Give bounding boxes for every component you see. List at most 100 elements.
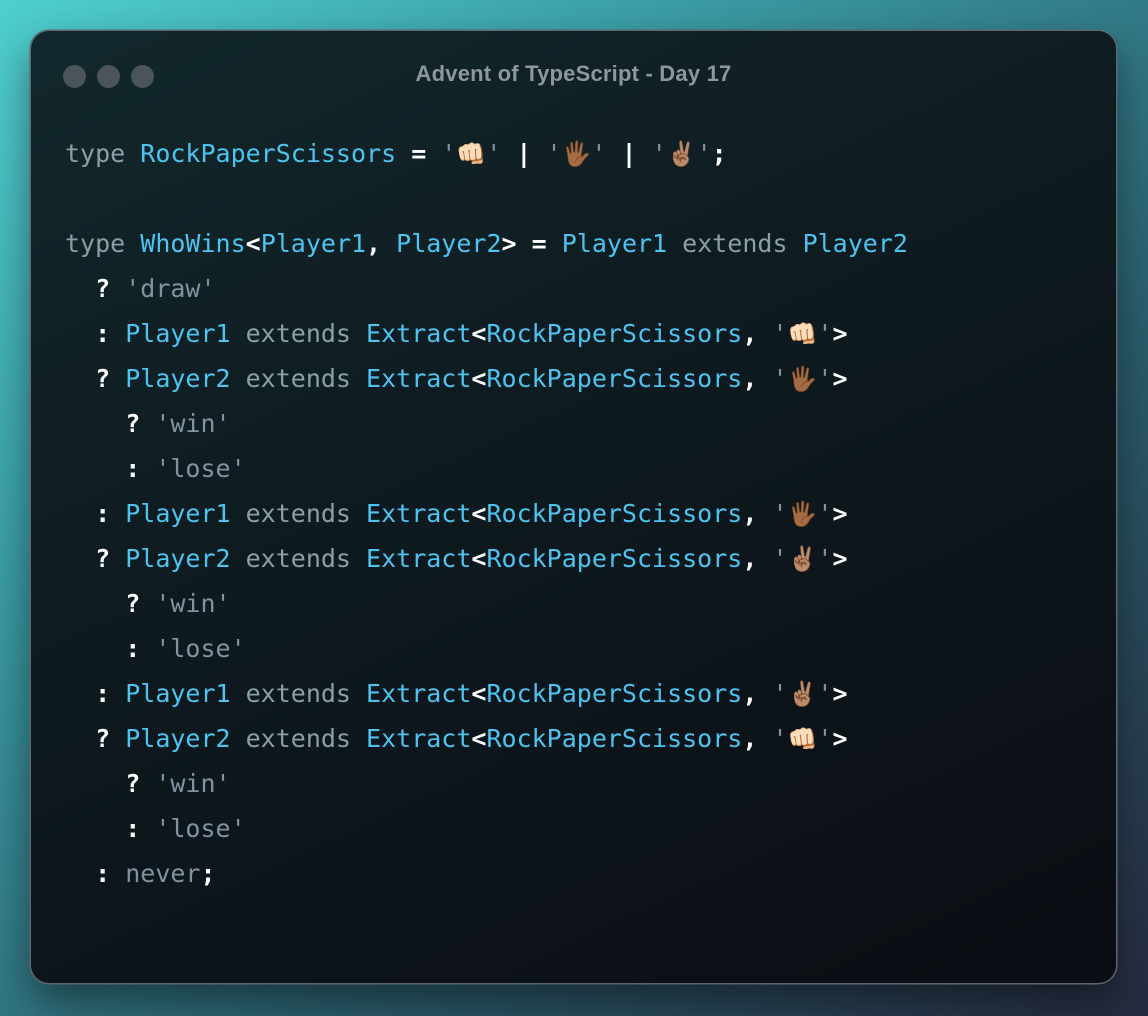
- code-line: type RockPaperScissors = '👊🏻' | '🖐🏾' | '…: [65, 131, 908, 176]
- emoji-token: ✌🏽: [787, 545, 818, 573]
- code-line: : Player1 extends Extract<RockPaperSciss…: [65, 491, 908, 536]
- string-token: ': [817, 679, 833, 708]
- operator-token: |: [501, 139, 547, 168]
- string-token: ': [441, 139, 457, 168]
- type-token: RockPaperScissors: [486, 364, 743, 393]
- code-line: ? Player2 extends Extract<RockPaperSciss…: [65, 356, 908, 401]
- type-token: Extract: [366, 319, 472, 348]
- operator-token: <: [471, 499, 487, 528]
- string-token: 'lose': [155, 634, 246, 663]
- keyword-token: extends: [230, 499, 367, 528]
- string-token: ': [817, 499, 833, 528]
- operator-token: :: [65, 454, 156, 483]
- code-line: : never;: [65, 851, 908, 896]
- type-token: RockPaperScissors: [486, 724, 743, 753]
- type-token: Extract: [366, 724, 472, 753]
- operator-token: :: [65, 319, 126, 348]
- operator-token: |: [606, 139, 652, 168]
- operator-token: ?: [65, 544, 126, 573]
- string-token: 'win': [155, 589, 231, 618]
- code-line: ? Player2 extends Extract<RockPaperSciss…: [65, 716, 908, 761]
- operator-token: :: [65, 499, 126, 528]
- operator-token: >: [832, 724, 848, 753]
- string-token: ': [772, 364, 788, 393]
- string-token: 'win': [155, 409, 231, 438]
- string-token: ': [696, 139, 712, 168]
- operator-token: <: [471, 364, 487, 393]
- string-token: 'draw': [125, 274, 216, 303]
- keyword-token: extends: [230, 319, 367, 348]
- operator-token: ?: [65, 769, 156, 798]
- operator-token: > =: [501, 229, 562, 258]
- string-token: ': [817, 364, 833, 393]
- type-token: Player1: [125, 499, 231, 528]
- operator-token: :: [65, 859, 126, 888]
- operator-token: ?: [65, 589, 156, 618]
- operator-token: ,: [742, 319, 773, 348]
- operator-token: ?: [65, 274, 126, 303]
- emoji-token: 🖐🏾: [787, 500, 818, 528]
- type-token: Player1: [125, 319, 231, 348]
- operator-token: ,: [742, 499, 773, 528]
- operator-token: =: [396, 139, 442, 168]
- type-token: RockPaperScissors: [140, 139, 397, 168]
- string-token: ': [772, 319, 788, 348]
- emoji-token: ✌🏽: [787, 680, 818, 708]
- code-block: type RockPaperScissors = '👊🏻' | '🖐🏾' | '…: [65, 131, 908, 896]
- code-line: : Player1 extends Extract<RockPaperSciss…: [65, 311, 908, 356]
- type-token: Player2: [396, 229, 502, 258]
- type-token: Player2: [125, 544, 231, 573]
- code-line: ? Player2 extends Extract<RockPaperSciss…: [65, 536, 908, 581]
- operator-token: ,: [742, 544, 773, 573]
- code-line: : Player1 extends Extract<RockPaperSciss…: [65, 671, 908, 716]
- string-token: ': [772, 499, 788, 528]
- type-token: RockPaperScissors: [486, 544, 743, 573]
- emoji-token: 👊🏻: [787, 320, 818, 348]
- operator-token: ?: [65, 409, 156, 438]
- type-token: Player2: [125, 724, 231, 753]
- code-line: ? 'win': [65, 761, 908, 806]
- keyword-token: extends: [230, 679, 367, 708]
- type-token: Extract: [366, 364, 472, 393]
- operator-token: >: [832, 364, 848, 393]
- type-token: Player2: [802, 229, 908, 258]
- operator-token: >: [832, 319, 848, 348]
- title-bar: Advent of TypeScript - Day 17: [31, 31, 1116, 121]
- string-token: never: [125, 859, 201, 888]
- operator-token: >: [832, 679, 848, 708]
- operator-token: <: [471, 544, 487, 573]
- emoji-token: 👊🏻: [787, 725, 818, 753]
- string-token: ': [772, 724, 788, 753]
- operator-token: >: [832, 544, 848, 573]
- type-token: Extract: [366, 679, 472, 708]
- code-line: type WhoWins<Player1, Player2> = Player1…: [65, 221, 908, 266]
- type-token: Extract: [366, 499, 472, 528]
- type-token: Player1: [125, 679, 231, 708]
- operator-token: ,: [742, 724, 773, 753]
- code-line: : 'lose': [65, 626, 908, 671]
- operator-token: ,: [366, 229, 397, 258]
- type-token: WhoWins: [140, 229, 246, 258]
- code-line: ? 'draw': [65, 266, 908, 311]
- keyword-token: extends: [230, 544, 367, 573]
- keyword-token: extends: [230, 364, 367, 393]
- operator-token: <: [245, 229, 261, 258]
- code-line: ? 'win': [65, 581, 908, 626]
- operator-token: ;: [711, 139, 727, 168]
- keyword-token: type: [65, 139, 141, 168]
- type-token: RockPaperScissors: [486, 499, 743, 528]
- window-title: Advent of TypeScript - Day 17: [415, 61, 732, 86]
- operator-token: ?: [65, 364, 126, 393]
- string-token: 'lose': [155, 814, 246, 843]
- type-token: Player1: [260, 229, 367, 258]
- operator-token: ;: [200, 859, 216, 888]
- string-token: ': [817, 724, 833, 753]
- code-line: ? 'win': [65, 401, 908, 446]
- string-token: ': [486, 139, 502, 168]
- string-token: ': [772, 679, 788, 708]
- string-token: ': [546, 139, 562, 168]
- type-token: RockPaperScissors: [486, 679, 743, 708]
- code-line: : 'lose': [65, 806, 908, 851]
- string-token: 'win': [155, 769, 231, 798]
